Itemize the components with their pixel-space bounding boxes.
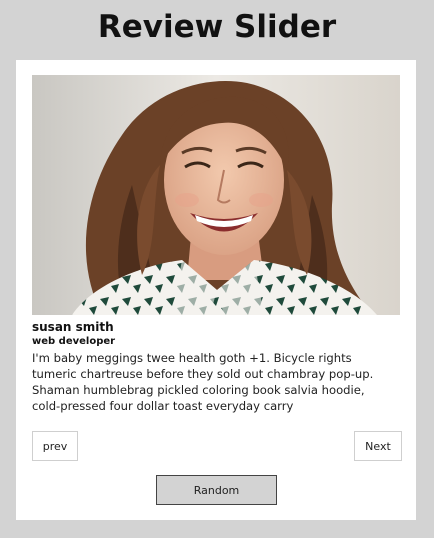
page-title: Review Slider <box>97 9 337 45</box>
review-text: I'm baby meggings twee health goth +1. B… <box>32 351 374 413</box>
random-button[interactable]: Random <box>156 475 277 505</box>
review-card: susan smith web developer I'm baby meggi… <box>16 60 416 520</box>
person-name: susan smith <box>32 320 114 334</box>
person-job-title: web developer <box>32 336 116 347</box>
prev-button[interactable]: prev <box>32 431 78 461</box>
portrait-photo-icon <box>32 75 400 315</box>
next-button[interactable]: Next <box>354 431 402 461</box>
person-photo <box>32 75 400 315</box>
